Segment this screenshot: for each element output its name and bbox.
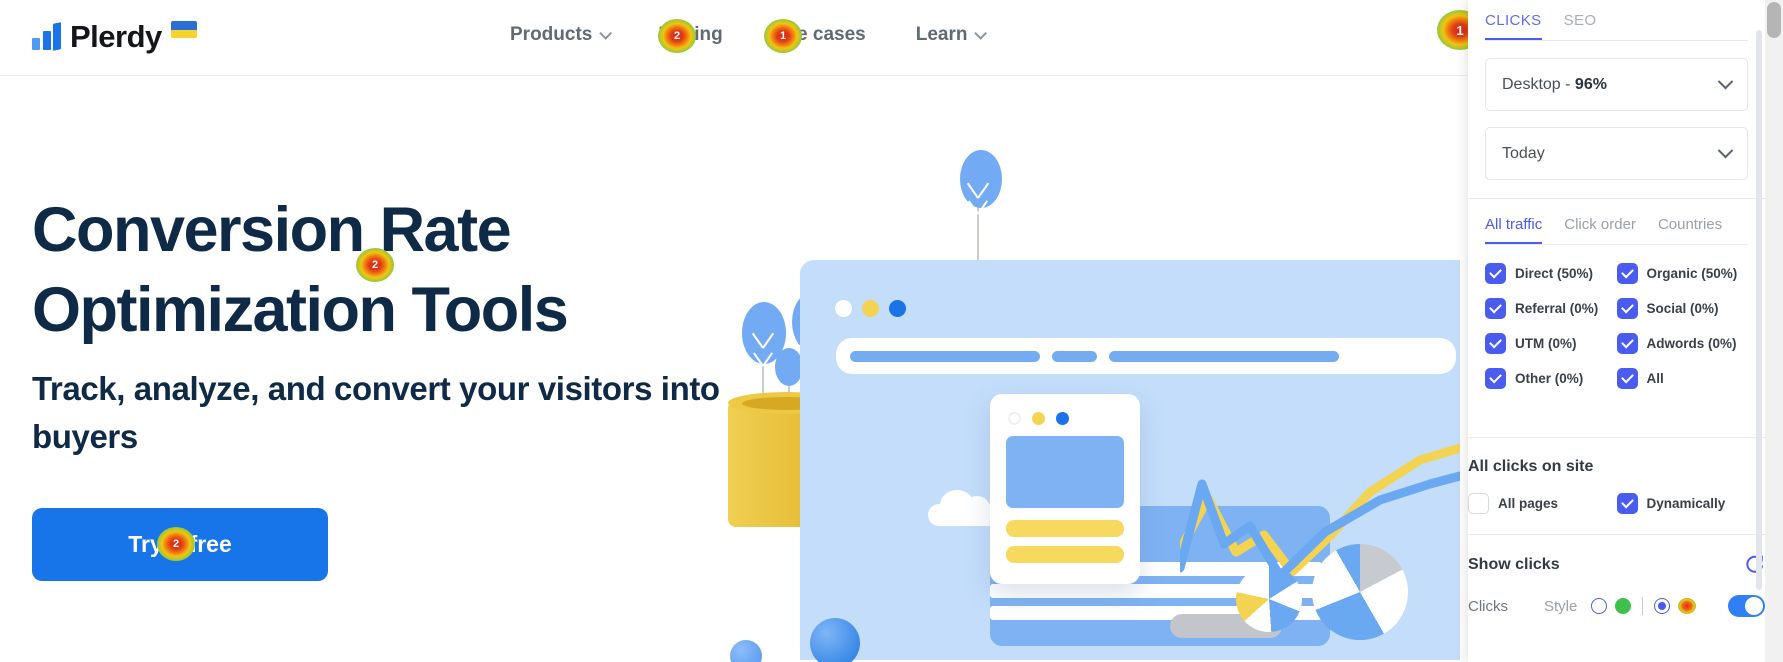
checkbox-checked-icon: [1485, 333, 1506, 354]
illustration-front-card: [990, 394, 1140, 584]
checkbox-utm[interactable]: UTM (0%): [1485, 333, 1617, 354]
heatmap-marker-cta[interactable]: 2: [157, 527, 195, 561]
checkbox-label: Referral (0%): [1515, 301, 1599, 316]
heatmap-marker-value: 2: [172, 538, 180, 550]
logo-bars-icon: [32, 22, 61, 51]
illustration-sphere-small: [730, 640, 762, 662]
device-select[interactable]: Desktop - 96%: [1485, 58, 1748, 111]
checkbox-adwords[interactable]: Adwords (0%): [1616, 333, 1749, 354]
heatmap-marker-value: 2: [673, 30, 681, 42]
checkbox-all-pages[interactable]: All pages: [1468, 493, 1617, 514]
ring-style-icon[interactable]: [1591, 598, 1608, 614]
period-select-value: Today: [1502, 144, 1545, 162]
checkbox-label: UTM (0%): [1515, 336, 1577, 351]
checkbox-direct[interactable]: Direct (50%): [1485, 263, 1617, 284]
nav-item-products[interactable]: Products: [510, 24, 613, 46]
style-label: Style: [1544, 597, 1578, 615]
chevron-down-icon: [1717, 73, 1734, 90]
tab-seo[interactable]: SEO: [1564, 12, 1597, 41]
show-clicks-toggle[interactable]: [1728, 595, 1765, 617]
tabs-top-divider: [1485, 40, 1748, 41]
checkbox-unchecked-icon: [1468, 493, 1489, 514]
illustration-pie-small: [1236, 566, 1302, 632]
radio-selected-style-icon[interactable]: [1654, 598, 1671, 614]
checkbox-label: Direct (50%): [1515, 266, 1594, 281]
checkbox-label: All: [1646, 371, 1664, 386]
chevron-down-icon: [599, 26, 613, 40]
tab-clicks[interactable]: CLICKS: [1485, 12, 1542, 41]
panel-selects: Desktop - 96% Today: [1468, 58, 1765, 180]
checkbox-label: Dynamically: [1646, 496, 1726, 511]
main-nav: Products Pricing Use cases Learn: [510, 24, 988, 46]
checkbox-checked-icon: [1485, 298, 1506, 319]
checkbox-checked-icon: [1616, 263, 1638, 284]
checkbox-other[interactable]: Other (0%): [1485, 368, 1617, 389]
checkbox-social[interactable]: Social (0%): [1616, 298, 1749, 319]
checkbox-dynamically[interactable]: Dynamically: [1616, 493, 1766, 514]
style-options: [1591, 597, 1697, 615]
heatmap-marker-value: 1: [1456, 22, 1464, 38]
panel-top-tabs: CLICKS SEO: [1468, 0, 1765, 41]
heatmap-marker-value: 2: [371, 259, 379, 271]
show-clicks-title: Show clicks: [1468, 556, 1560, 573]
chevron-down-icon: [1717, 142, 1734, 159]
checkbox-checked-icon: [1616, 493, 1638, 514]
checkbox-checked-icon: [1616, 368, 1638, 389]
style-divider: [1642, 597, 1644, 615]
checkbox-label: Social (0%): [1646, 301, 1719, 316]
checkbox-checked-icon: [1616, 298, 1638, 319]
tab-click-order[interactable]: Click order: [1564, 216, 1636, 245]
traffic-tabs: All traffic Click order Countries: [1485, 199, 1748, 245]
plerdy-logo[interactable]: Plerdy: [32, 19, 197, 55]
tab-countries[interactable]: Countries: [1658, 216, 1722, 245]
checkbox-checked-icon: [1485, 263, 1506, 284]
tab-all-traffic[interactable]: All traffic: [1485, 216, 1543, 245]
clicks-style-row: Clicks Style: [1468, 595, 1765, 617]
plerdy-clicks-panel: CLICKS SEO Desktop - 96% Today All traff…: [1468, 0, 1765, 662]
ukraine-flag-icon: [170, 21, 197, 38]
all-clicks-options: All pages Dynamically: [1468, 493, 1765, 514]
green-dot-style-icon[interactable]: [1615, 598, 1632, 614]
illustration-sphere-large: [810, 618, 860, 662]
device-select-value: 96%: [1574, 75, 1607, 93]
page-subtitle: Track, analyze, and convert your visitor…: [32, 370, 720, 455]
nav-label-products: Products: [510, 24, 593, 45]
logo-text: Plerdy: [70, 19, 162, 54]
browser-scrollbar[interactable]: [1765, 0, 1783, 662]
traffic-section: All traffic Click order Countries Direct…: [1468, 199, 1765, 409]
checkbox-label: Organic (50%): [1646, 266, 1738, 281]
heatmap-marker-value: 1: [779, 30, 787, 42]
show-clicks-header: Show clicks: [1468, 554, 1765, 576]
heatmap-marker-pricing[interactable]: 2: [658, 19, 696, 53]
all-clicks-section: All clicks on site All pages Dynamically: [1468, 438, 1765, 534]
heatmap-marker-use-cases[interactable]: 1: [764, 19, 802, 53]
checkbox-label: All pages: [1498, 496, 1559, 511]
device-select-prefix: Desktop -: [1502, 75, 1575, 93]
nav-label-learn: Learn: [915, 24, 968, 45]
heatmap-style-icon[interactable]: [1678, 598, 1697, 614]
checkbox-checked-icon: [1485, 368, 1506, 389]
clicks-label: Clicks: [1468, 597, 1508, 615]
checkbox-all[interactable]: All: [1616, 368, 1749, 389]
show-clicks-section: Show clicks Clicks Style: [1468, 535, 1765, 617]
browser-scrollbar-thumb[interactable]: [1767, 2, 1781, 38]
panel-scrollbar[interactable]: [1756, 30, 1762, 590]
chevron-down-icon: [974, 26, 988, 40]
heatmap-marker-heading[interactable]: 2: [356, 248, 394, 282]
checkbox-label: Adwords (0%): [1646, 336, 1737, 351]
checkbox-label: Other (0%): [1515, 371, 1584, 386]
device-select-text: Desktop - 96%: [1502, 76, 1607, 94]
checkbox-referral[interactable]: Referral (0%): [1485, 298, 1617, 319]
period-select[interactable]: Today: [1485, 127, 1748, 180]
illustration-pie-large: [1312, 544, 1408, 640]
all-clicks-title: All clicks on site: [1468, 458, 1594, 475]
traffic-tabs-divider: [1485, 244, 1748, 245]
hero-illustration: [700, 140, 1460, 662]
nav-item-learn[interactable]: Learn: [915, 24, 988, 46]
checkbox-checked-icon: [1616, 333, 1638, 354]
checkbox-organic[interactable]: Organic (50%): [1616, 263, 1749, 284]
traffic-checkbox-grid: Direct (50%) Organic (50%) Referral (0%)…: [1485, 246, 1748, 409]
